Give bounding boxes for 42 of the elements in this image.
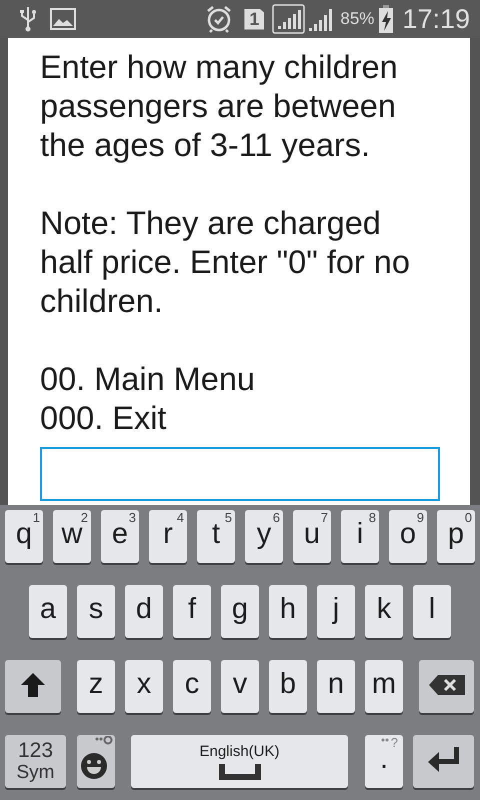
enter-key[interactable] — [413, 735, 474, 788]
menu-option: 00. Main Menu — [40, 360, 255, 399]
sim-card-icon: 1 — [244, 8, 264, 30]
symbols-key[interactable]: 123 Sym — [5, 735, 66, 788]
backspace-key[interactable] — [419, 660, 474, 713]
dots-icon — [381, 738, 389, 742]
prompt-text: Enter how many children passengers are between the ages of 3-11 years. — [40, 48, 399, 165]
menu-option: 000. Exit — [40, 399, 166, 438]
return-arrow-icon — [428, 746, 460, 772]
key[interactable]: d — [125, 585, 163, 638]
answer-field[interactable] — [40, 447, 440, 501]
key[interactable]: z — [77, 660, 115, 713]
key[interactable]: g — [221, 585, 259, 638]
alarm-clock-icon — [206, 5, 232, 33]
signal-icon — [308, 7, 332, 31]
battery-charging-icon — [378, 5, 394, 33]
key[interactable]: b — [269, 660, 307, 713]
key[interactable]: c — [173, 660, 211, 713]
key[interactable]: n — [317, 660, 355, 713]
key[interactable]: s — [77, 585, 115, 638]
clock-time: 17:19 — [402, 4, 470, 34]
key[interactable]: v — [221, 660, 259, 713]
emoji-key[interactable] — [77, 735, 115, 788]
key[interactable]: a — [29, 585, 67, 638]
key[interactable]: f — [173, 585, 211, 638]
key[interactable]: j — [317, 585, 355, 638]
usb-icon — [20, 6, 36, 32]
space-bar-icon — [218, 764, 260, 780]
backspace-icon — [428, 674, 464, 696]
key[interactable]: x — [125, 660, 163, 713]
image-icon — [50, 8, 76, 30]
key[interactable]: h — [269, 585, 307, 638]
shift-key[interactable] — [5, 660, 61, 713]
key[interactable]: l — [413, 585, 451, 638]
up-arrow-icon — [19, 670, 47, 698]
battery-percentage: 85% — [340, 9, 374, 29]
note-text: Note: They are charged half price. Enter "0" for no children. — [40, 204, 411, 321]
space-key[interactable]: English(UK) — [131, 735, 348, 788]
period-key[interactable]: ? . — [365, 735, 403, 788]
key[interactable]: k — [365, 585, 403, 638]
key[interactable]: m — [365, 660, 403, 713]
signal-icon — [272, 4, 306, 34]
